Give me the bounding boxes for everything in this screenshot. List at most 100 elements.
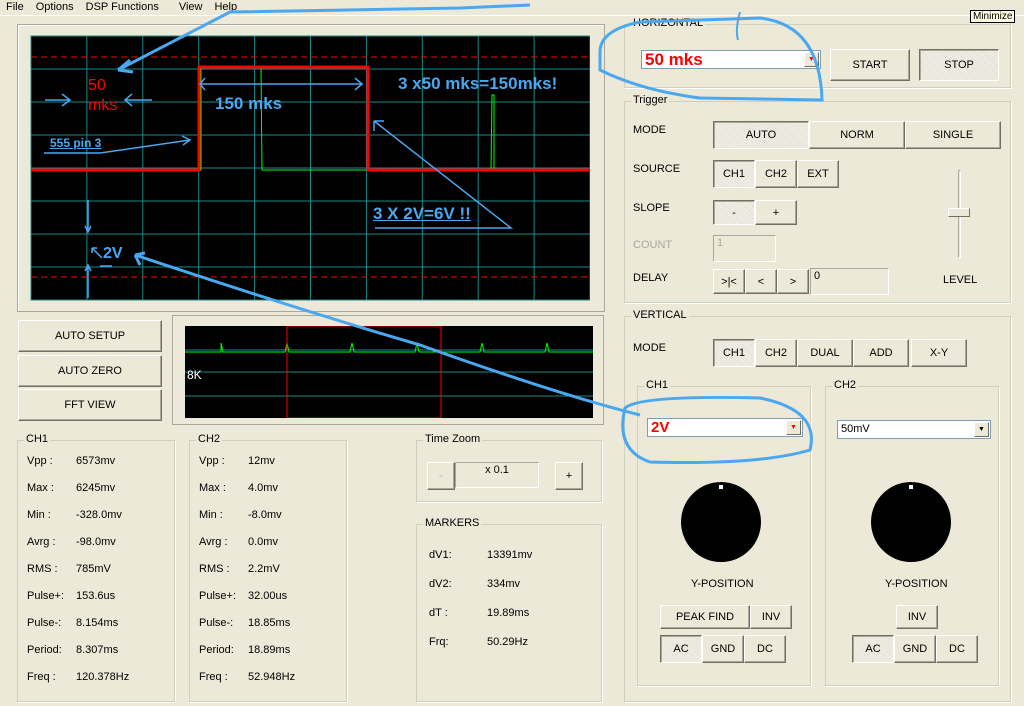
- level-label: LEVEL: [943, 274, 978, 286]
- trigger-source-ch2[interactable]: CH2: [755, 160, 797, 188]
- ch1-volts-select[interactable]: 2V ▼: [647, 418, 803, 437]
- measurement-value: 785mV: [76, 563, 111, 575]
- group-title: CH1: [24, 433, 51, 445]
- measurement-label: Pulse+:: [199, 590, 236, 602]
- vertical-mode-ch2[interactable]: CH2: [755, 339, 797, 367]
- measurement-label: Freq :: [27, 671, 56, 683]
- annotation-555-pin: 555 pin 3: [50, 136, 102, 150]
- chevron-down-icon[interactable]: ▼: [786, 420, 801, 435]
- measurement-label: Vpp :: [199, 455, 225, 467]
- slider-thumb[interactable]: [948, 208, 970, 217]
- delay-center-button[interactable]: >|<: [713, 269, 745, 294]
- trigger-mode-single[interactable]: SINGLE: [905, 121, 1001, 149]
- trigger-mode-norm[interactable]: NORM: [809, 121, 905, 149]
- menu-bar: File Options DSP Functions View Help: [0, 0, 1024, 16]
- ch2-dc-button[interactable]: DC: [936, 635, 978, 663]
- vertical-mode-dual[interactable]: DUAL: [797, 339, 853, 367]
- menu-file[interactable]: File: [0, 0, 30, 15]
- horizontal-group: HORIZONTAL 50 mks ▼ START STOP: [624, 17, 1011, 88]
- group-title: CH2: [196, 433, 223, 445]
- measurement-value: 19.89ms: [487, 607, 530, 619]
- slope-negative-button[interactable]: -: [713, 200, 755, 225]
- annotation-50: 50: [88, 77, 106, 94]
- menu-dsp-functions[interactable]: DSP Functions: [80, 0, 165, 15]
- trigger-source-ext[interactable]: EXT: [797, 160, 839, 188]
- annotation-formula: 3 x50 mks=150mks!: [398, 74, 558, 93]
- ch1-gnd-button[interactable]: GND: [702, 635, 744, 663]
- tooltip: Minimize: [970, 10, 1016, 23]
- ch2-volts-value: 50mV: [841, 423, 870, 435]
- trigger-count-input[interactable]: 1: [713, 235, 776, 262]
- annotation-volts: 3 X 2V=6V !!: [373, 204, 471, 223]
- trigger-mode-auto[interactable]: AUTO: [713, 121, 809, 149]
- measurement-value: 12mv: [248, 455, 275, 467]
- measurement-label: Pulse-:: [27, 617, 62, 629]
- auto-zero-button[interactable]: AUTO ZERO: [18, 355, 162, 387]
- measurement-value: 334mv: [487, 578, 521, 590]
- group-title: HORIZONTAL: [631, 17, 706, 29]
- timebase-select[interactable]: 50 mks ▼: [641, 50, 821, 69]
- measurement-label: Max :: [199, 482, 226, 494]
- measurement-label: dV2:: [429, 578, 452, 590]
- ch1-inv-button[interactable]: INV: [750, 605, 792, 629]
- measurement-label: dV1:: [429, 549, 452, 561]
- vertical-mode-xy[interactable]: X-Y: [911, 339, 967, 367]
- ch2-gnd-button[interactable]: GND: [894, 635, 936, 663]
- menu-help[interactable]: Help: [208, 0, 243, 15]
- measurement-value: 6245mv: [76, 482, 116, 494]
- timebase-value: 50 mks: [645, 50, 703, 69]
- peak-find-button[interactable]: PEAK FIND: [660, 605, 750, 629]
- ch1-dc-button[interactable]: DC: [744, 635, 786, 663]
- trigger-delay-label: DELAY: [633, 272, 669, 284]
- vertical-mode-label: MODE: [633, 342, 666, 354]
- measurement-label: dT :: [429, 607, 448, 619]
- slope-positive-button[interactable]: +: [755, 200, 797, 225]
- measurement-label: Vpp :: [27, 455, 53, 467]
- measurement-value: 2.2mV: [248, 563, 280, 575]
- measurement-value: 52.948Hz: [248, 671, 296, 683]
- vertical-mode-ch1[interactable]: CH1: [713, 339, 755, 367]
- measurement-value: 6573mv: [76, 455, 116, 467]
- measurement-value: 18.85ms: [248, 617, 291, 629]
- ch2-inv-button[interactable]: INV: [896, 605, 938, 629]
- chevron-down-icon[interactable]: ▼: [804, 52, 819, 67]
- measurement-label: Period:: [27, 644, 62, 656]
- menu-view[interactable]: View: [173, 0, 209, 15]
- measurement-value: -98.0mv: [76, 536, 116, 548]
- group-title: CH1: [644, 379, 671, 391]
- auto-setup-button[interactable]: AUTO SETUP: [18, 320, 162, 352]
- ch2-ac-button[interactable]: AC: [852, 635, 894, 663]
- measurement-label: RMS :: [199, 563, 230, 575]
- trigger-source-ch1[interactable]: CH1: [713, 160, 755, 188]
- time-zoom-group: Time Zoom - x 0.1 +: [416, 433, 602, 502]
- ch2-volts-select[interactable]: 50mV ▼: [837, 420, 991, 439]
- group-title: Time Zoom: [423, 433, 483, 445]
- time-zoom-plus-button[interactable]: +: [555, 462, 583, 490]
- overview-label: 8K: [187, 368, 202, 382]
- vertical-group: VERTICAL MODE CH1 CH2 DUAL ADD X-Y CH1 2…: [624, 309, 1011, 702]
- measurement-value: 18.89ms: [248, 644, 291, 656]
- ch1-ac-button[interactable]: AC: [660, 635, 702, 663]
- vertical-mode-add[interactable]: ADD: [853, 339, 909, 367]
- ch1-volts-value: 2V: [651, 419, 670, 436]
- trigger-mode-label: MODE: [633, 124, 666, 136]
- ch2-y-position-knob[interactable]: [871, 482, 951, 562]
- delay-left-button[interactable]: <: [745, 269, 777, 294]
- group-title: MARKERS: [423, 517, 482, 529]
- measurement-value: 120.378Hz: [76, 671, 130, 683]
- time-zoom-minus-button[interactable]: -: [427, 462, 455, 490]
- fft-view-button[interactable]: FFT VIEW: [18, 389, 162, 421]
- level-slider[interactable]: [945, 170, 975, 262]
- overview-screen[interactable]: [185, 326, 593, 418]
- ch1-y-position-knob[interactable]: [681, 482, 761, 562]
- ch1-y-position-label: Y-POSITION: [691, 578, 754, 590]
- menu-options[interactable]: Options: [30, 0, 80, 15]
- measurement-value: 50.29Hz: [487, 636, 528, 648]
- trigger-slope-label: SLOPE: [633, 202, 670, 214]
- annotation-150-mks: 150 mks: [215, 94, 283, 113]
- stop-button[interactable]: STOP: [919, 49, 999, 81]
- chevron-down-icon[interactable]: ▼: [974, 422, 989, 437]
- delay-right-button[interactable]: >: [777, 269, 809, 294]
- delay-input[interactable]: 0: [810, 268, 889, 295]
- start-button[interactable]: START: [830, 49, 910, 81]
